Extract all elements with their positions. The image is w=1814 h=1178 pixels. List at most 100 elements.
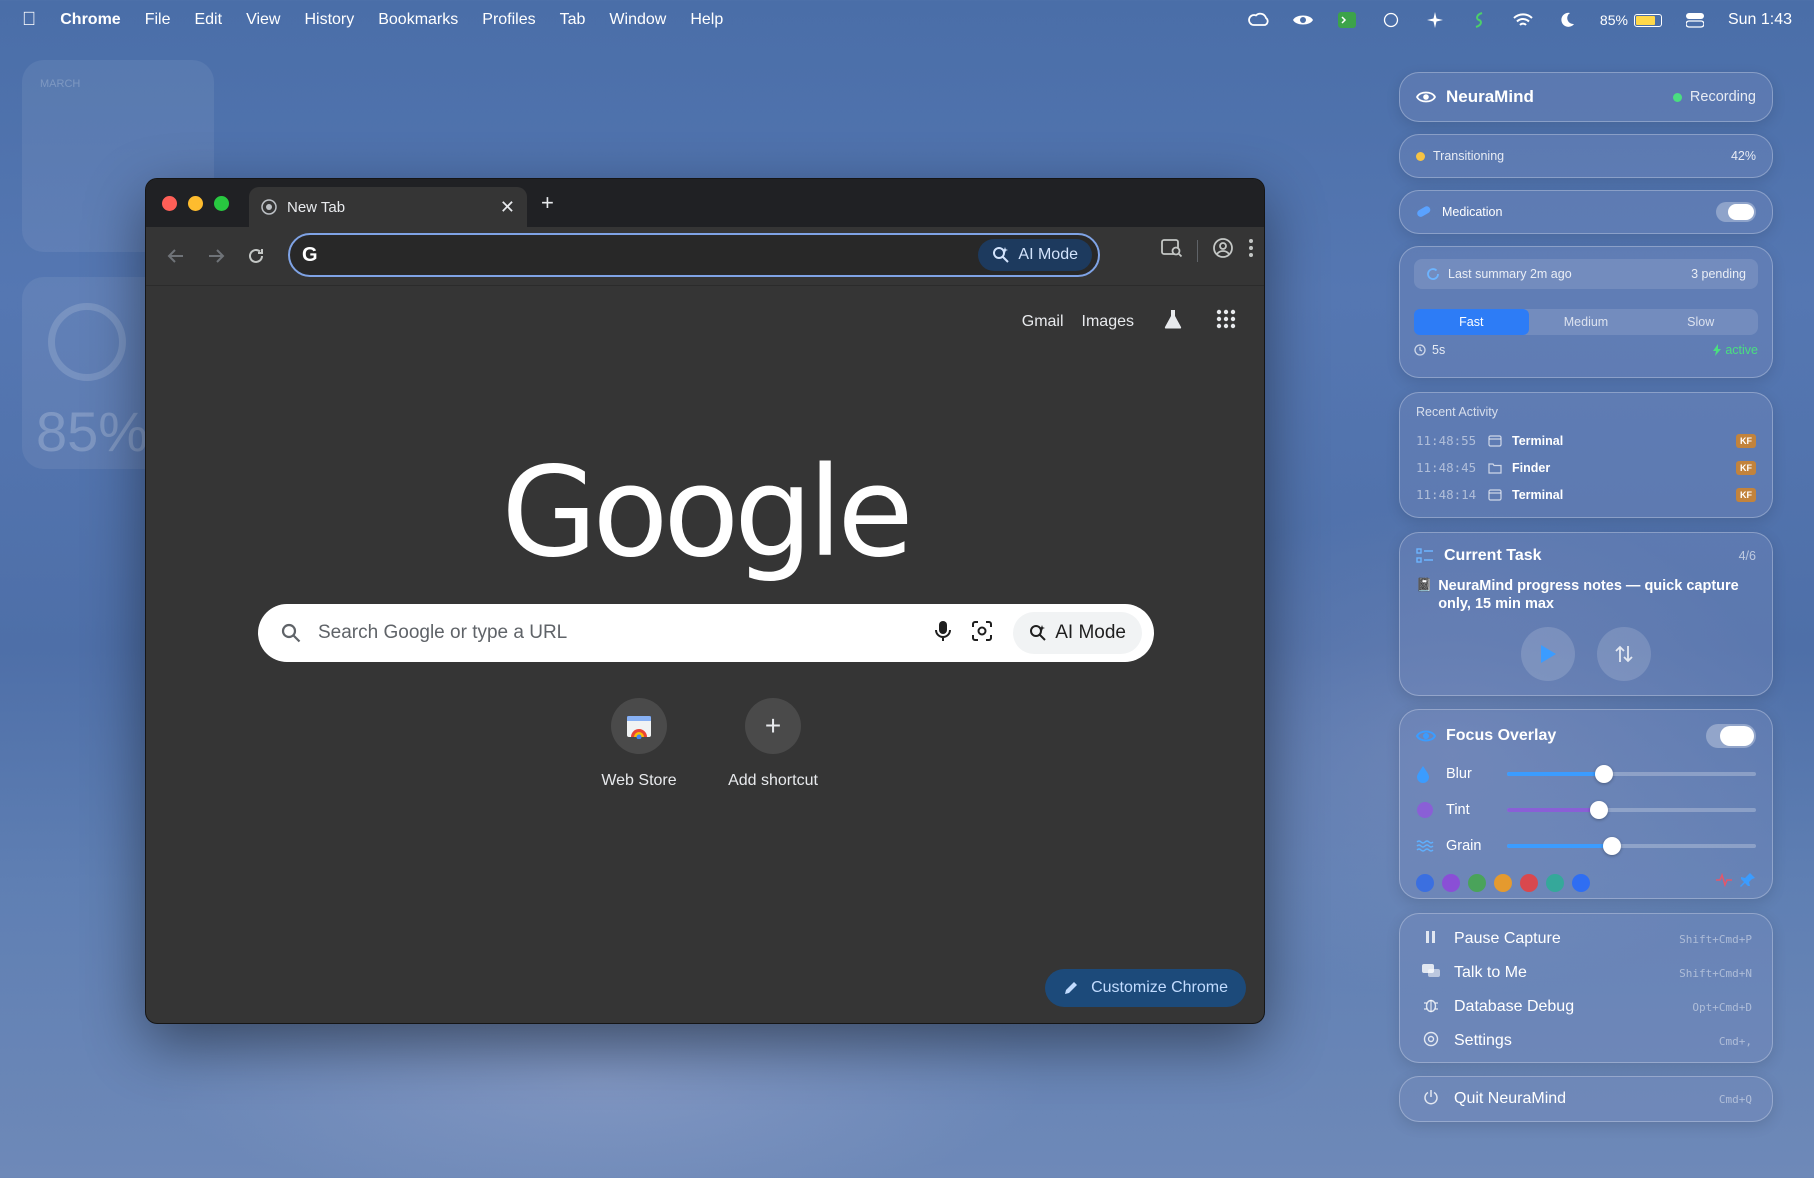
swap-icon (1615, 645, 1633, 663)
sparkle-icon[interactable] (1424, 11, 1446, 29)
activity-row[interactable]: 11:48:14 Terminal KF (1416, 481, 1756, 508)
battery-percent: 85% (1599, 12, 1628, 28)
recording-status[interactable]: Recording (1672, 89, 1756, 105)
zoom-window-button[interactable] (214, 196, 229, 211)
circle-status-icon[interactable] (1380, 11, 1402, 29)
pause-capture-item[interactable]: Pause Capture Shift+Cmd+P (1420, 922, 1752, 956)
color-swatch[interactable] (1546, 873, 1564, 892)
microphone-icon[interactable] (935, 620, 952, 647)
shortcut-add[interactable]: + Add shortcut (703, 698, 843, 790)
reload-button[interactable] (236, 236, 276, 276)
color-swatch[interactable] (1494, 873, 1512, 892)
eye-icon (1416, 730, 1436, 742)
folder-icon (1488, 462, 1502, 474)
terminal-app-icon[interactable] (1336, 11, 1358, 29)
quit-label: Quit NeuraMind (1454, 1090, 1567, 1107)
wifi-icon[interactable] (1512, 11, 1534, 29)
shortcut-web-store[interactable]: Web Store (569, 698, 709, 790)
battery-status[interactable]: 85% (1600, 12, 1662, 28)
battery-ring-icon (48, 303, 126, 381)
tint-slider[interactable] (1507, 801, 1756, 819)
google-search-box[interactable]: Search Google or type a URL AI Mode (258, 604, 1154, 662)
menu-edit[interactable]: Edit (194, 11, 222, 29)
images-link[interactable]: Images (1082, 313, 1134, 331)
talk-to-me-item[interactable]: Talk to Me Shift+Cmd+N (1420, 956, 1752, 990)
color-swatch[interactable] (1572, 873, 1590, 892)
settings-item[interactable]: Settings Cmd+, (1420, 1024, 1752, 1058)
menu-file[interactable]: File (145, 11, 171, 29)
tab-new-tab[interactable]: New Tab ✕ (249, 187, 527, 227)
forward-button[interactable] (196, 236, 236, 276)
new-tab-button[interactable]: + (541, 190, 554, 216)
color-swatch[interactable] (1468, 873, 1486, 892)
close-tab-icon[interactable]: ✕ (500, 197, 515, 218)
pin-icon[interactable] (1740, 872, 1756, 893)
speed-medium[interactable]: Medium (1529, 309, 1644, 335)
focus-overlay-card: Focus Overlay Blur Tint Grain (1399, 709, 1773, 899)
menu-tab[interactable]: Tab (560, 11, 586, 29)
task-progress: 4/6 (1738, 549, 1756, 563)
pause-icon (1420, 930, 1442, 948)
more-menu-icon[interactable] (1248, 238, 1254, 263)
activity-time: 11:48:55 (1416, 433, 1477, 448)
labs-flask-icon[interactable] (1162, 308, 1184, 335)
clock[interactable]: Sun 1:43 (1728, 11, 1792, 29)
reload-icon (249, 248, 263, 263)
search-icon (281, 623, 301, 643)
pulse-icon[interactable] (1716, 872, 1732, 892)
activity-row[interactable]: 11:48:45 Finder KF (1416, 454, 1756, 481)
search-ai-mode-button[interactable]: AI Mode (1013, 612, 1142, 654)
grain-slider[interactable] (1507, 837, 1756, 855)
color-swatch[interactable] (1520, 873, 1538, 892)
focus-overlay-toggle[interactable] (1706, 724, 1756, 748)
menu-app-name[interactable]: Chrome (60, 11, 120, 29)
toolbar-divider (1197, 239, 1198, 262)
speed-fast[interactable]: Fast (1414, 309, 1529, 335)
blur-slider[interactable] (1507, 765, 1756, 783)
refresh-icon (1427, 268, 1439, 280)
activity-app: Terminal (1512, 433, 1564, 448)
tab-search-icon[interactable] (1161, 238, 1183, 263)
settings-shortcut: Cmd+, (1718, 1034, 1752, 1048)
speed-slow[interactable]: Slow (1643, 309, 1758, 335)
gmail-link[interactable]: Gmail (1022, 313, 1064, 331)
menu-profiles[interactable]: Profiles (482, 11, 535, 29)
back-button[interactable] (156, 236, 196, 276)
database-debug-item[interactable]: Database Debug Opt+Cmd+D (1420, 990, 1752, 1024)
apple-menu-icon[interactable]:  (22, 9, 36, 31)
arrow-left-icon (167, 249, 183, 263)
address-bar[interactable]: G AI Mode (288, 233, 1100, 277)
switch-task-button[interactable] (1597, 627, 1651, 681)
database-debug-shortcut: Opt+Cmd+D (1692, 1000, 1752, 1014)
close-window-button[interactable] (162, 196, 177, 211)
leaf-app-icon[interactable] (1468, 11, 1490, 29)
color-swatch[interactable] (1442, 873, 1460, 892)
profile-icon[interactable] (1212, 237, 1234, 264)
moon-icon[interactable] (1556, 11, 1578, 29)
menu-view[interactable]: View (246, 11, 280, 29)
keyframe-badge: KF (1736, 433, 1756, 448)
customize-chrome-label: Customize Chrome (1091, 979, 1228, 996)
activity-row[interactable]: 11:48:55 Terminal KF (1416, 427, 1756, 454)
color-swatch[interactable] (1416, 873, 1434, 892)
play-button[interactable] (1521, 627, 1575, 681)
customize-chrome-button[interactable]: Customize Chrome (1045, 969, 1246, 1007)
waves-icon (1416, 840, 1434, 852)
quit-item[interactable]: Quit NeuraMind Cmd+Q (1420, 1077, 1752, 1121)
google-lens-icon[interactable] (971, 620, 993, 647)
lightning-icon (1713, 344, 1722, 356)
apps-grid-icon[interactable] (1216, 309, 1236, 334)
menu-help[interactable]: Help (690, 11, 723, 29)
minimize-window-button[interactable] (188, 196, 203, 211)
medication-card: Medication (1399, 190, 1773, 234)
eye-icon[interactable] (1292, 11, 1314, 29)
menu-history[interactable]: History (304, 11, 354, 29)
tab-title: New Tab (287, 198, 346, 216)
creative-cloud-icon[interactable] (1248, 11, 1270, 29)
omnibox-ai-mode-button[interactable]: AI Mode (978, 239, 1092, 271)
control-center-icon[interactable] (1684, 11, 1706, 29)
menu-window[interactable]: Window (609, 11, 666, 29)
medication-toggle[interactable] (1716, 202, 1756, 222)
search-placeholder: Search Google or type a URL (318, 622, 568, 643)
menu-bookmarks[interactable]: Bookmarks (378, 11, 458, 29)
